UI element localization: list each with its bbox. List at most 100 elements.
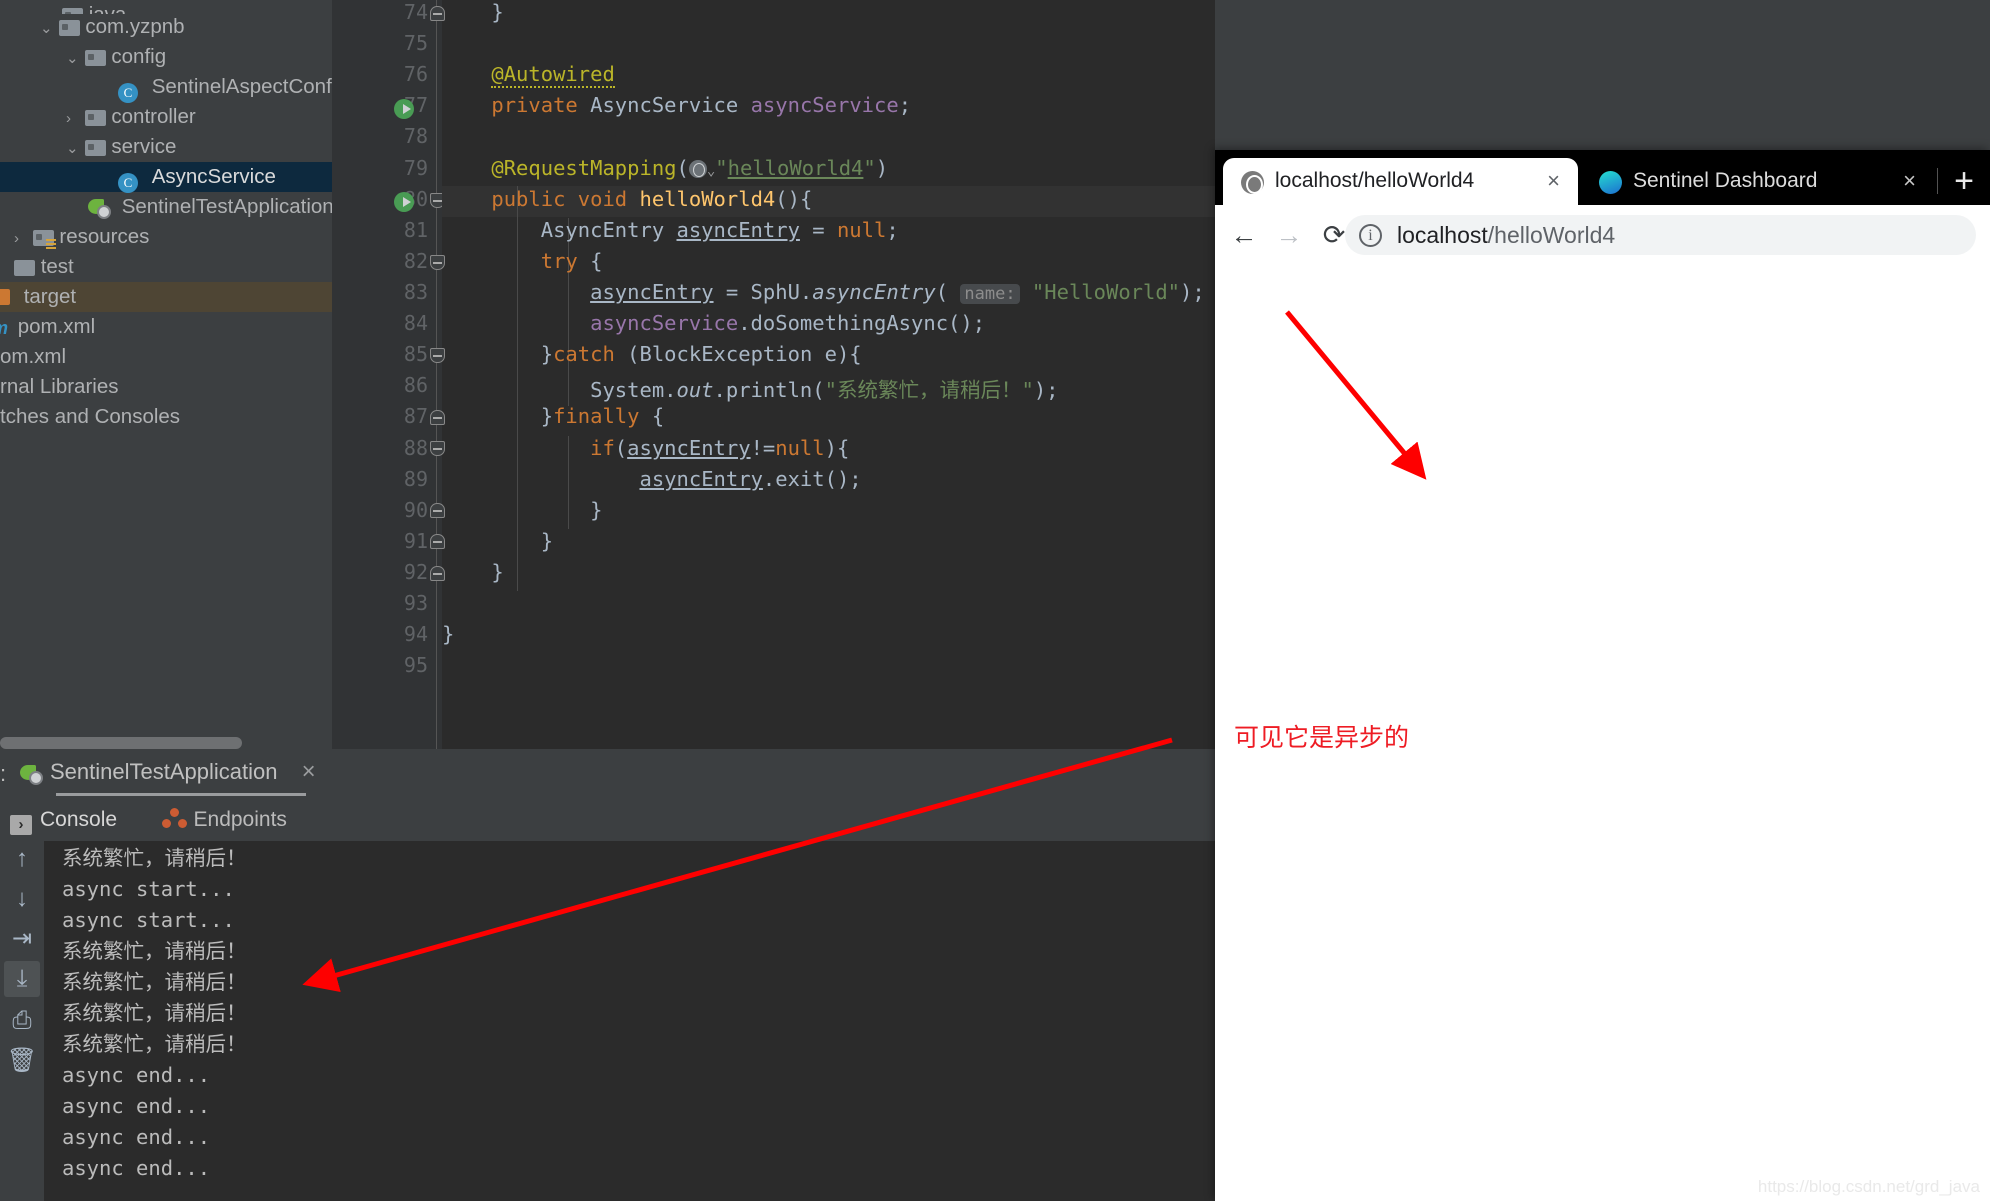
- tree-item-service[interactable]: ⌄ service: [0, 132, 176, 162]
- tree-item-target[interactable]: target: [0, 282, 332, 312]
- screenshot-root: java ⌄ com.yzpnb ⌄ config C SentinelAspe…: [0, 0, 1990, 1201]
- tree-horizontal-scrollbar[interactable]: [0, 737, 242, 749]
- tree-item-config[interactable]: ⌄ config: [0, 42, 166, 72]
- code-line[interactable]: if(asyncEntry!=null){: [442, 436, 1215, 460]
- chevron-right-icon[interactable]: ›: [66, 104, 79, 134]
- code-line[interactable]: asyncEntry = SphU.asyncEntry( name: "Hel…: [442, 280, 1215, 304]
- chevron-down-icon[interactable]: ⌄: [66, 44, 79, 74]
- package-icon: [58, 20, 80, 36]
- code-line[interactable]: }: [442, 560, 1215, 584]
- address-bar[interactable]: i localhost/helloWorld4: [1345, 215, 1976, 255]
- code-line[interactable]: }: [442, 529, 1215, 553]
- tree-item-label: tches and Consoles: [0, 405, 181, 428]
- package-icon: [84, 140, 106, 156]
- back-button[interactable]: ←: [1225, 216, 1263, 254]
- tree-item-asyncservice[interactable]: C AsyncService: [0, 162, 332, 193]
- spring-boot-icon: [20, 763, 43, 785]
- tree-item-label: pom.xml: [17, 315, 96, 338]
- web-mapping-icon[interactable]: [688, 160, 707, 178]
- url-host: localhost: [1397, 222, 1488, 248]
- arrow-up-icon[interactable]: ↑: [4, 841, 40, 877]
- tree-item-test[interactable]: test: [0, 252, 74, 282]
- trash-icon[interactable]: 🗑: [4, 1043, 40, 1079]
- run-gutter-icon[interactable]: [394, 99, 414, 119]
- editor-gutter[interactable]: 74 75 76 77 78 79 80 81 82 83 84 85 86 8…: [332, 0, 445, 749]
- browser-tab-helloworld4[interactable]: localhost/helloWorld4 ×: [1223, 158, 1578, 205]
- console-line: async end...: [62, 1125, 211, 1149]
- tree-item-resources[interactable]: › resources: [0, 222, 149, 252]
- code-line[interactable]: private AsyncService asyncService;: [442, 93, 1215, 117]
- chevron-down-icon[interactable]: ⌄: [66, 134, 79, 164]
- code-line[interactable]: }catch (BlockException e){: [442, 342, 1215, 366]
- tab-endpoints[interactable]: Endpoints: [161, 799, 287, 841]
- code-line[interactable]: asyncService.doSomethingAsync();: [442, 311, 1215, 335]
- run-subtab-bar: › Console Endpoints: [10, 799, 327, 841]
- line-number: 93: [403, 591, 428, 615]
- tree-item-controller[interactable]: › controller: [0, 102, 196, 132]
- tree-item-label: om.xml: [0, 345, 67, 368]
- close-icon[interactable]: ×: [1903, 168, 1916, 194]
- code-line[interactable]: @Autowired: [442, 62, 1215, 88]
- run-gutter-icon[interactable]: [394, 192, 414, 212]
- forward-button[interactable]: →: [1270, 216, 1308, 254]
- tree-item-pom-xml[interactable]: m pom.xml: [0, 312, 95, 342]
- browser-tab-sentinel-dashboard[interactable]: Sentinel Dashboard ×: [1581, 158, 1936, 205]
- code-line[interactable]: @RequestMapping(⌄"helloWorld4"): [442, 156, 1215, 180]
- tree-item-com-yzpnb[interactable]: ⌄ com.yzpnb: [0, 12, 185, 42]
- close-icon[interactable]: ×: [1547, 168, 1560, 194]
- code-line[interactable]: try {: [442, 249, 1215, 273]
- soft-wrap-icon[interactable]: ⇥: [4, 921, 40, 957]
- site-info-icon[interactable]: i: [1359, 224, 1382, 247]
- code-editor[interactable]: 74 75 76 77 78 79 80 81 82 83 84 85 86 8…: [332, 0, 1215, 749]
- tree-item-sentinelaspectconfig[interactable]: C SentinelAspectConfig: [0, 72, 348, 103]
- chevron-down-icon[interactable]: ⌄: [40, 14, 53, 44]
- code-line[interactable]: }: [442, 498, 1215, 522]
- tab-label: Console: [40, 808, 118, 831]
- console-line: async end...: [62, 1063, 211, 1087]
- red-annotation-text: 可见它是异步的: [1234, 723, 1410, 752]
- line-number: 79: [403, 156, 428, 180]
- line-number: 86: [403, 373, 428, 397]
- tab-console[interactable]: › Console: [10, 799, 117, 841]
- parameter-hint: name:: [960, 284, 1020, 304]
- arrow-down-icon[interactable]: ↓: [4, 881, 40, 917]
- tree-item-label: controller: [111, 105, 196, 128]
- code-line[interactable]: }: [442, 0, 1215, 24]
- line-number: 75: [403, 31, 428, 55]
- new-tab-button[interactable]: +: [1944, 162, 1984, 202]
- chevron-right-icon[interactable]: ›: [14, 224, 27, 254]
- console-icon: ›: [10, 815, 32, 835]
- code-line[interactable]: }: [442, 622, 1215, 646]
- globe-icon: [1241, 171, 1264, 194]
- code-line[interactable]: System.out.println("系统繁忙，请稍后！");: [442, 373, 1215, 403]
- tree-item-label: target: [23, 285, 77, 308]
- tree-item-external-libraries[interactable]: rnal Libraries: [0, 372, 119, 402]
- tree-item-scratches-consoles[interactable]: tches and Consoles: [0, 402, 180, 432]
- project-tree-panel[interactable]: java ⌄ com.yzpnb ⌄ config C SentinelAspe…: [0, 0, 348, 735]
- line-number: 88: [403, 436, 428, 460]
- class-icon: C: [118, 83, 138, 103]
- close-icon[interactable]: ×: [302, 758, 316, 785]
- browser-navigation-bar: ← → ⟳ i localhost/helloWorld4: [1215, 205, 1990, 263]
- run-configuration-tab[interactable]: SentinelTestApplication ×: [20, 752, 316, 792]
- console-output[interactable]: 系统繁忙，请稍后！ async start... async start... …: [44, 841, 1215, 1201]
- code-line[interactable]: AsyncEntry asyncEntry = null;: [442, 218, 1215, 242]
- code-line[interactable]: public void helloWorld4(){: [442, 187, 1215, 211]
- run-tab-underline: [56, 793, 306, 796]
- scroll-to-end-icon[interactable]: ⤓: [4, 961, 40, 997]
- code-line[interactable]: asyncEntry.exit();: [442, 467, 1215, 491]
- url-path: /helloWorld4: [1487, 222, 1616, 248]
- endpoints-icon: [161, 808, 188, 830]
- tab-title: Sentinel Dashboard: [1633, 169, 1818, 192]
- tree-item-sentineltestapplication[interactable]: SentinelTestApplication: [0, 192, 334, 222]
- line-number: 78: [403, 124, 428, 148]
- tab-title: localhost/helloWorld4: [1275, 169, 1475, 192]
- tree-item-om-xml[interactable]: om.xml: [0, 342, 66, 372]
- print-icon[interactable]: ⎙: [4, 1003, 40, 1039]
- code-line[interactable]: }finally {: [442, 404, 1215, 428]
- tree-item-label: SentinelAspectConfig: [151, 75, 348, 98]
- ide-window: java ⌄ com.yzpnb ⌄ config C SentinelAspe…: [0, 0, 1215, 1201]
- line-number: 90: [403, 498, 428, 522]
- tree-item-label: test: [40, 255, 74, 278]
- run-tool-window: : SentinelTestApplication × › Console End…: [0, 749, 1215, 1201]
